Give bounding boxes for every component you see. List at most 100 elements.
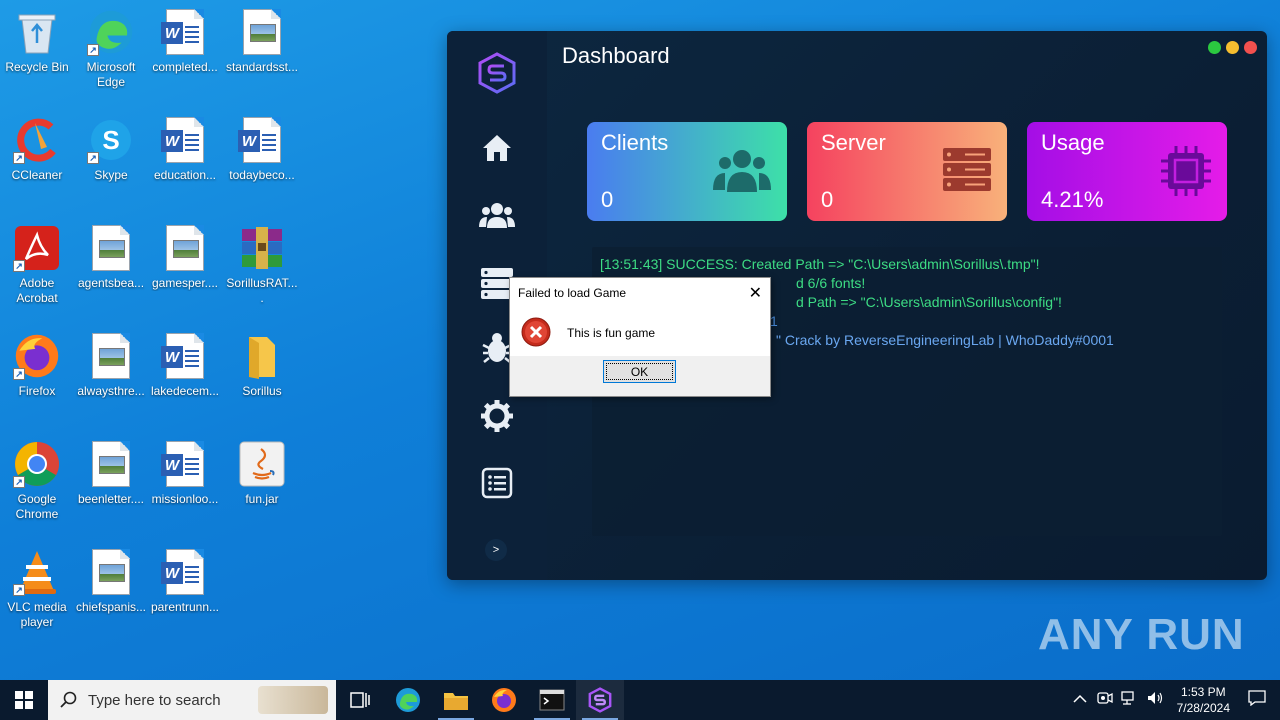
desktop-icon-label: gamesper.... [151,276,219,290]
search-decoration-icon [258,686,328,714]
error-dialog: Failed to load Game ✕ This is fun game O… [509,277,771,397]
close-button[interactable] [1244,41,1257,54]
desktop-icon[interactable]: Wtodaybeco... [225,116,299,183]
desktop-icon[interactable]: ↗ Firefox [0,332,74,399]
search-placeholder: Type here to search [88,691,221,709]
desktop-icon[interactable]: Wmissionloo... [148,440,222,507]
shortcut-arrow-icon: ↗ [13,584,25,596]
desktop-icon[interactable]: SorillusRAT.... [225,224,299,306]
desktop-icon[interactable]: ↗ Adobe Acrobat [0,224,74,306]
windows-icon [15,691,33,709]
image-file-icon [87,548,135,596]
server-rack-icon [943,146,991,199]
recycle-bin-icon [13,8,61,56]
desktop-icon-label: standardsst... [225,60,299,74]
home-icon[interactable] [477,128,517,168]
desktop-icon-label: beenletter.... [77,492,145,506]
desktop-icon-label: Google Chrome [15,492,59,521]
desktop-icon[interactable]: Wlakedecem... [148,332,222,399]
desktop-icon-label: CCleaner [11,168,63,182]
desktop-icon[interactable]: Wparentrunn... [148,548,222,615]
desktop-icon[interactable]: Weducation... [148,116,222,183]
folder-icon [238,332,286,380]
shortcut-arrow-icon: ↗ [87,44,99,56]
server-card: Server 0 [807,122,1007,221]
volume-icon[interactable] [1147,690,1165,711]
desktop-icon-label: Microsoft Edge [86,60,136,89]
dialog-close-button[interactable]: ✕ [749,283,762,303]
settings-gear-icon[interactable] [477,396,517,436]
error-icon [521,317,551,352]
desktop-icon[interactable]: fun.jar [225,440,299,507]
taskbar-sorillus-icon[interactable] [576,680,624,720]
clock[interactable]: 1:53 PM 7/28/2024 [1177,684,1230,716]
minimize-button[interactable] [1226,41,1239,54]
anyrun-watermark: ANY RUN [1038,610,1245,660]
notifications-icon[interactable] [1248,689,1266,711]
desktop-icon[interactable]: chiefspanis... [74,548,148,615]
image-file-icon [87,440,135,488]
desktop-icon[interactable]: alwaysthre... [74,332,148,399]
meet-now-icon[interactable] [1096,690,1113,711]
desktop-icon[interactable]: standardsst... [225,8,299,75]
acrobat-icon: ↗ [13,224,61,272]
dialog-body: This is fun game [510,306,770,356]
dialog-title: Failed to load Game [510,278,770,306]
skype-icon: S ↗ [87,116,135,164]
desktop-icon-label: Adobe Acrobat [16,276,58,305]
desktop-icon[interactable]: Sorillus [225,332,299,399]
chevron-up-icon[interactable] [1073,691,1087,709]
usage-card: Usage 4.21% [1027,122,1227,221]
dialog-message: This is fun game [567,326,656,340]
desktop-icon[interactable]: gamesper.... [148,224,222,291]
desktop-icon-label: lakedecem... [150,384,220,398]
svg-text:S: S [102,125,119,155]
clients-card: Clients 0 [587,122,787,221]
card-value: 0 [821,187,834,212]
desktop-icon-label: Sorillus [242,384,282,398]
card-value: 0 [601,187,614,212]
watermark-logo: ANY RUN [1038,610,1245,659]
desktop-icon[interactable]: beenletter.... [74,440,148,507]
desktop-icon-label: alwaysthre... [77,384,145,398]
start-button[interactable] [0,680,48,720]
card-value: 4.21% [1041,187,1104,212]
desktop-icon[interactable]: Wcompleted... [148,8,222,75]
desktop-icon[interactable]: ↗ VLC media player [0,548,74,630]
word-doc-icon: W [161,8,209,56]
desktop-icon[interactable]: Recycle Bin [0,8,74,75]
shortcut-arrow-icon: ↗ [13,152,25,164]
taskbar-terminal-icon[interactable] [528,680,576,720]
desktop-icon-label: todaybeco... [229,168,295,182]
task-view-button[interactable] [336,680,384,720]
desktop-icon[interactable]: ↗ Google Chrome [0,440,74,522]
word-doc-icon: W [161,332,209,380]
taskbar-firefox-icon[interactable] [480,680,528,720]
clients-icon[interactable] [477,195,517,235]
logo-icon [477,52,517,94]
maximize-button[interactable] [1208,41,1221,54]
desktop-icon-label: chiefspanis... [75,600,147,614]
desktop-icon[interactable]: ↗ CCleaner [0,116,74,183]
desktop-icon-label: completed... [152,60,218,74]
network-icon[interactable] [1120,690,1139,711]
image-file-icon [161,224,209,272]
ok-button[interactable]: OK [603,360,676,383]
desktop-icon[interactable]: S ↗ Skype [74,116,148,183]
taskbar-edge-icon[interactable] [384,680,432,720]
list-icon[interactable] [477,463,517,503]
desktop-icon[interactable]: ↗ Microsoft Edge [74,8,148,90]
taskbar-explorer-icon[interactable] [432,680,480,720]
shortcut-arrow-icon: ↗ [87,152,99,164]
desktop-icon-label: Skype [94,168,128,182]
expand-sidebar-button[interactable]: > [485,539,507,561]
desktop-icon-label: agentsbea... [77,276,145,290]
ccleaner-icon: ↗ [13,116,61,164]
clock-date: 7/28/2024 [1176,701,1230,715]
image-file-icon [87,332,135,380]
page-title: Dashboard [562,43,670,68]
vlc-icon: ↗ [13,548,61,596]
winrar-icon [238,224,286,272]
desktop-icon[interactable]: agentsbea... [74,224,148,291]
taskbar-search-box[interactable]: Type here to search [48,680,336,720]
